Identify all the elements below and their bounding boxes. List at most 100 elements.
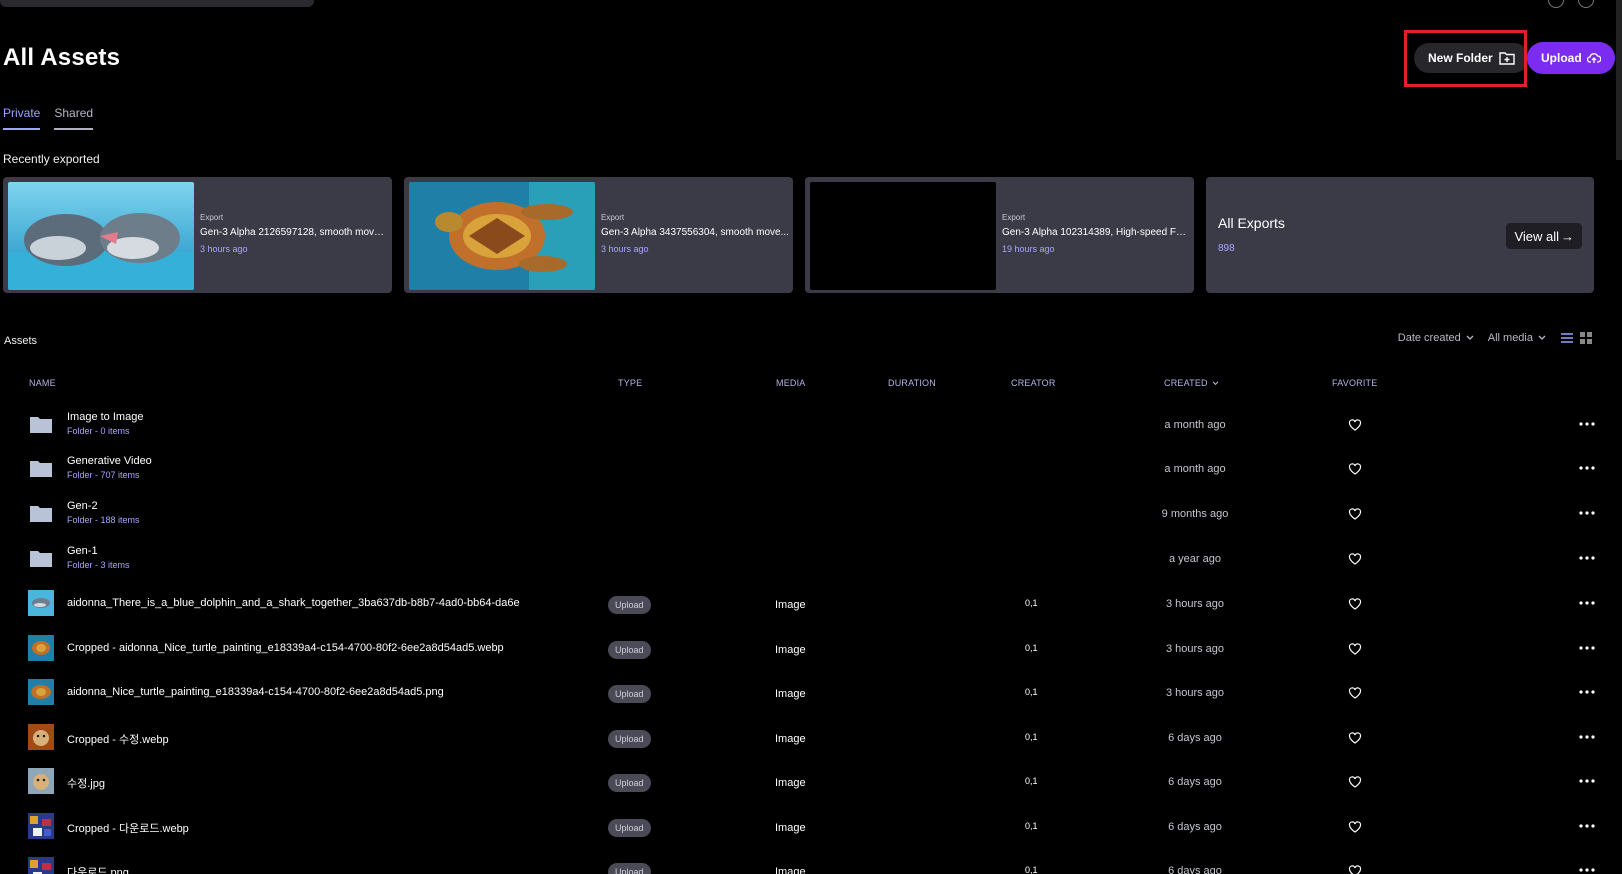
list-view-icon[interactable] [1560, 332, 1574, 344]
more-options-icon[interactable] [1578, 417, 1596, 431]
asset-row[interactable]: 수정.jpg Upload Image 0,1 6 days ago [0, 760, 1622, 804]
column-header-name[interactable]: NAME [29, 378, 56, 388]
created-date: 3 hours ago [1165, 598, 1225, 610]
export-time: 19 hours ago [1002, 244, 1055, 254]
upload-button[interactable]: Upload [1527, 42, 1615, 74]
all-exports-title: All Exports [1218, 215, 1285, 231]
folder-subtitle: Folder - 188 items [67, 515, 140, 525]
heart-icon[interactable] [1348, 418, 1362, 432]
created-date: 6 days ago [1168, 821, 1222, 833]
sort-dropdown[interactable]: Date created [1398, 332, 1474, 344]
created-date: 6 days ago [1168, 732, 1222, 744]
folder-row[interactable]: Generative Video Folder - 707 items a mo… [0, 447, 1622, 491]
scrollbar[interactable] [1616, 0, 1622, 160]
asset-name: aidonna_There_is_a_blue_dolphin_and_a_sh… [67, 597, 520, 609]
media-type: Image [775, 777, 806, 789]
created-date: a month ago [1164, 463, 1226, 475]
top-right-icons [1548, 0, 1594, 8]
folder-row[interactable]: Image to Image Folder - 0 items a month … [0, 403, 1622, 447]
new-folder-highlight-box [1404, 30, 1527, 87]
more-options-icon[interactable] [1578, 596, 1596, 610]
folder-icon [30, 417, 52, 433]
heart-icon[interactable] [1348, 552, 1362, 566]
asset-row[interactable]: Cropped - aidonna_Nice_turtle_painting_e… [0, 627, 1622, 671]
column-header-media[interactable]: MEDIA [776, 378, 806, 388]
created-date: 6 days ago [1168, 776, 1222, 788]
view-toggle [1560, 332, 1592, 344]
more-options-icon[interactable] [1578, 461, 1596, 475]
more-options-icon[interactable] [1578, 774, 1596, 788]
chevron-down-icon [1538, 335, 1546, 340]
folder-subtitle: Folder - 3 items [67, 560, 130, 570]
folder-row[interactable]: Gen-1 Folder - 3 items a year ago [0, 537, 1622, 581]
folder-name: Image to Image [67, 411, 144, 423]
media-type: Image [775, 866, 806, 874]
grid-view-icon[interactable] [1580, 332, 1592, 344]
export-name: Gen-3 Alpha 3437556304, smooth move... [601, 227, 789, 238]
asset-tabs: Private Shared [3, 106, 94, 130]
more-options-icon[interactable] [1578, 863, 1596, 874]
more-options-icon[interactable] [1578, 506, 1596, 520]
media-filter-dropdown[interactable]: All media [1488, 332, 1546, 344]
account-icon[interactable] [1578, 0, 1594, 8]
created-date: 6 days ago [1168, 865, 1222, 874]
more-options-icon[interactable] [1578, 685, 1596, 699]
asset-row[interactable]: Cropped - 다운로드.webp Upload Image 0,1 6 d… [0, 805, 1622, 849]
more-options-icon[interactable] [1578, 641, 1596, 655]
arrow-right-icon: → [1561, 228, 1574, 244]
heart-icon[interactable] [1348, 507, 1362, 521]
folder-subtitle: Folder - 707 items [67, 470, 140, 480]
export-kind: Export [1002, 213, 1026, 222]
view-all-label: View all [1514, 228, 1559, 244]
cloud-upload-icon [1586, 53, 1601, 63]
export-card[interactable]: Export Gen-3 Alpha 2126597128, smooth mo… [3, 177, 392, 293]
asset-name: 다운로드.png [67, 867, 129, 874]
top-search-bar[interactable] [0, 0, 314, 7]
asset-name: 수정.jpg [67, 778, 105, 790]
folder-row[interactable]: Gen-2 Folder - 188 items 9 months ago [0, 492, 1622, 536]
upload-label: Upload [1541, 51, 1582, 65]
media-type: Image [775, 644, 806, 656]
column-header-type[interactable]: TYPE [618, 378, 642, 388]
heart-icon[interactable] [1348, 686, 1362, 700]
heart-icon[interactable] [1348, 864, 1362, 874]
heart-icon[interactable] [1348, 775, 1362, 789]
export-card[interactable]: Export Gen-3 Alpha 102314389, High-speed… [805, 177, 1194, 293]
media-type: Image [775, 599, 806, 611]
asset-name: Cropped - 다운로드.webp [67, 823, 189, 835]
chevron-down-icon [1212, 380, 1219, 385]
folder-subtitle: Folder - 0 items [67, 426, 130, 436]
heart-icon[interactable] [1348, 642, 1362, 656]
assets-toolbar: Date created All media [1398, 332, 1592, 344]
export-thumbnail-black [810, 182, 996, 290]
heart-icon[interactable] [1348, 462, 1362, 476]
tab-shared[interactable]: Shared [54, 106, 94, 130]
asset-row[interactable]: 다운로드.png Upload Image 0,1 6 days ago [0, 849, 1622, 874]
asset-row[interactable]: aidonna_There_is_a_blue_dolphin_and_a_sh… [0, 582, 1622, 626]
column-header-favorite[interactable]: FAVORITE [1332, 378, 1377, 388]
asset-row[interactable]: Cropped - 수정.webp Upload Image 0,1 6 day… [0, 716, 1622, 760]
export-name: Gen-3 Alpha 2126597128, smooth movem... [200, 227, 388, 238]
creator: 0,1 [1025, 643, 1038, 653]
column-header-created[interactable]: CREATED [1164, 378, 1219, 388]
view-all-button[interactable]: View all → [1506, 223, 1582, 249]
more-options-icon[interactable] [1578, 819, 1596, 833]
asset-row[interactable]: aidonna_Nice_turtle_painting_e18339a4-c1… [0, 671, 1622, 715]
creator: 0,1 [1025, 732, 1038, 742]
export-card[interactable]: Export Gen-3 Alpha 3437556304, smooth mo… [404, 177, 793, 293]
asset-name: aidonna_Nice_turtle_painting_e18339a4-c1… [67, 686, 444, 698]
heart-icon[interactable] [1348, 597, 1362, 611]
thumbnail-turtle [28, 635, 54, 661]
column-header-creator[interactable]: CREATOR [1011, 378, 1056, 388]
more-options-icon[interactable] [1578, 551, 1596, 565]
column-header-duration[interactable]: DURATION [888, 378, 936, 388]
created-date: a month ago [1164, 419, 1226, 431]
heart-icon[interactable] [1348, 731, 1362, 745]
heart-icon[interactable] [1348, 820, 1362, 834]
more-options-icon[interactable] [1578, 730, 1596, 744]
creator: 0,1 [1025, 821, 1038, 831]
thumbnail-bear [28, 768, 54, 794]
help-icon[interactable] [1548, 0, 1564, 8]
type-badge: Upload [608, 685, 651, 703]
tab-private[interactable]: Private [3, 106, 41, 130]
